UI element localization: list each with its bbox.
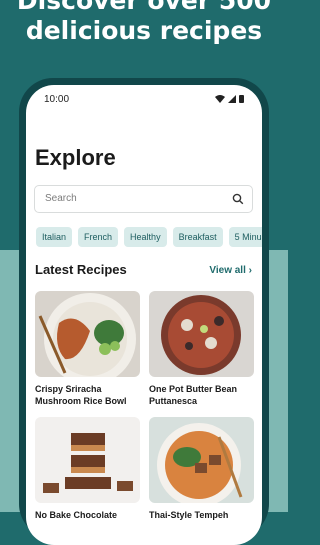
promo-headline: Discover over 500 delicious recipes [0, 0, 288, 46]
search-icon[interactable] [232, 193, 244, 205]
chip-breakfast[interactable]: Breakfast [172, 227, 223, 247]
recipe-name: No Bake Chocolate [35, 510, 118, 520]
recipe-image [149, 417, 254, 503]
battery-icon [239, 95, 244, 103]
rice-bowl-image [35, 291, 140, 377]
search-input[interactable]: Search [34, 185, 253, 213]
recipe-image [35, 291, 140, 377]
chevron-right-icon: › [248, 265, 252, 276]
headline-line-2: delicious recipes [25, 16, 263, 45]
recipe-card[interactable]: Crispy Sriracha Mushroom Rice Bowl [35, 291, 140, 407]
recipe-card[interactable]: No Bake Chocolate [35, 417, 140, 521]
chip-french[interactable]: French [78, 227, 119, 247]
chocolate-bars-image [35, 417, 140, 503]
recipe-name: One Pot Butter Bean Puttanesca [149, 384, 238, 406]
section-title: Latest Recipes [35, 262, 127, 277]
status-icons [215, 95, 244, 103]
status-time: 10:00 [44, 94, 70, 105]
page-title: Explore [35, 145, 116, 170]
recipe-image [149, 291, 254, 377]
headline-line-1: Discover over 500 [16, 0, 272, 15]
tempeh-image [149, 417, 254, 503]
recipe-card[interactable]: One Pot Butter Bean Puttanesca [149, 291, 254, 407]
status-bar: 10:00 [26, 85, 262, 113]
category-chips: Italian French Healthy Breakfast 5 Minu [36, 227, 262, 247]
recipe-card[interactable]: Thai-Style Tempeh [149, 417, 254, 521]
signal-icon [228, 95, 236, 103]
view-all-label: View all [209, 265, 246, 276]
chip-italian[interactable]: Italian [36, 227, 73, 247]
puttanesca-image [149, 291, 254, 377]
search-placeholder: Search [45, 193, 77, 204]
chip-5-minute[interactable]: 5 Minu [228, 227, 262, 247]
recipe-name: Crispy Sriracha Mushroom Rice Bowl [35, 384, 127, 406]
phone-frame: 10:00 Explore Search Italian French Heal… [19, 78, 269, 545]
recipe-name: Thai-Style Tempeh [149, 510, 229, 520]
chip-healthy[interactable]: Healthy [124, 227, 167, 247]
view-all-link[interactable]: View all › [209, 265, 252, 276]
app-screen: 10:00 Explore Search Italian French Heal… [26, 85, 262, 545]
recipe-image [35, 417, 140, 503]
wifi-icon [215, 95, 225, 103]
